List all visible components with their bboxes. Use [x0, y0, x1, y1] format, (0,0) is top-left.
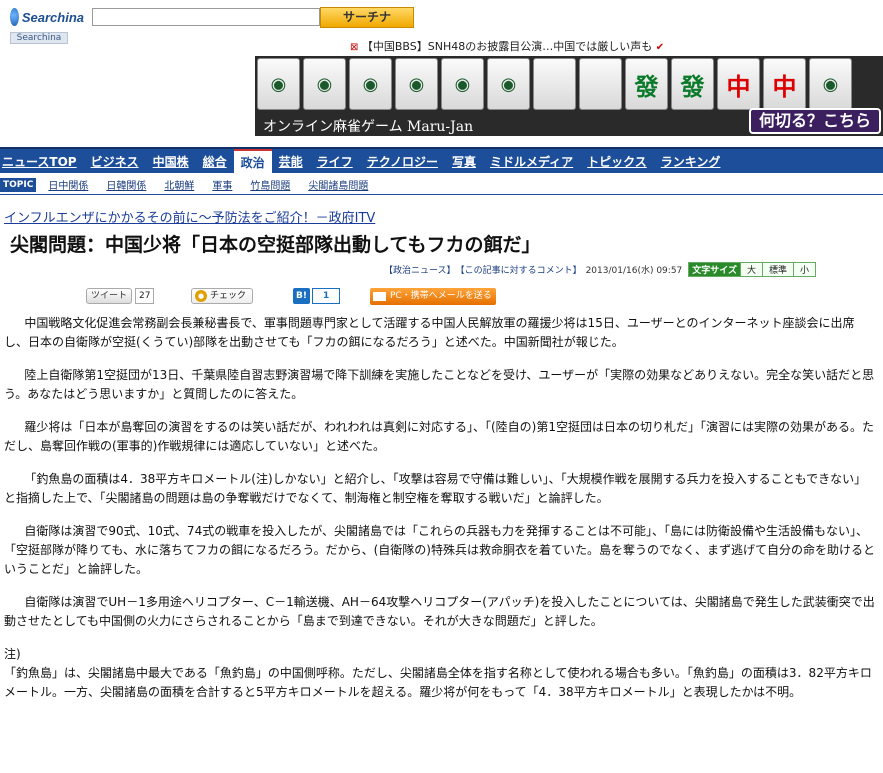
- search-input[interactable]: [92, 8, 320, 26]
- send-mail-button[interactable]: PC・携帯へメールを送る: [370, 288, 496, 305]
- mahjong-tile: 發: [625, 58, 668, 110]
- mahjong-tile: 中: [763, 58, 806, 110]
- article-paragraph: 羅少将は「日本が島奪回の演習をするのは笑い話だが、われわれは真剣に対応する」、「…: [4, 420, 874, 453]
- check-button[interactable]: ● チェック: [191, 288, 254, 304]
- check-label: チェック: [210, 291, 247, 301]
- mahjong-tile: 發: [671, 58, 714, 110]
- category-link[interactable]: 【政治ニュース】: [384, 263, 456, 276]
- font-size-small[interactable]: 小: [793, 263, 816, 276]
- topic-bar: TOPIC 日中関係 日韓関係 北朝鮮 軍事 竹島問題 尖閣諸島問題: [0, 175, 883, 195]
- topic-north-korea[interactable]: 北朝鮮: [164, 177, 194, 192]
- hatena-bookmark-icon[interactable]: B!: [293, 288, 310, 304]
- check-icon: ●: [195, 290, 207, 302]
- tweet-widget: ツイート 27: [86, 288, 155, 304]
- mahjong-tile: ◉: [441, 58, 484, 110]
- mahjong-tile: ◉: [809, 58, 852, 110]
- nav-business[interactable]: ビジネス: [84, 153, 146, 170]
- nav-ranking[interactable]: ランキング: [654, 153, 728, 170]
- font-size-selector: 文字サイズ 大 標準 小: [688, 262, 817, 277]
- mahjong-tile: [533, 58, 576, 110]
- comment-link[interactable]: 【この記事に対するコメント】: [456, 263, 582, 276]
- mahjong-tile: 中: [717, 58, 760, 110]
- article-paragraph: 自衛隊は演習で90式、10式、74式の戦車を投入したが、尖閣諸島では「これらの兵…: [4, 524, 875, 576]
- ad-cta-button[interactable]: 何切る？こちら: [748, 108, 881, 134]
- main-nav: ニュースTOP ビジネス 中国株 総合 政治 芸能 ライフ テクノロジー 写真 …: [0, 147, 883, 173]
- topic-label: TOPIC: [0, 177, 37, 192]
- ticker-arrow-icon: ✔: [655, 42, 665, 53]
- nav-general[interactable]: 総合: [196, 153, 234, 170]
- topic-military[interactable]: 軍事: [212, 177, 232, 192]
- nav-politics[interactable]: 政治: [233, 149, 272, 173]
- logo-text: Searchina: [21, 9, 84, 25]
- article-paragraph: 中国戦略文化促進会常務副会長兼秘書長で、軍事問題専門家として活躍する中国人民解放…: [4, 316, 855, 349]
- ad-title: オンライン麻雀ゲーム Maru-Jan: [263, 119, 474, 135]
- mahjong-tile: ◉: [257, 58, 300, 110]
- logo-globe-icon: [10, 8, 19, 26]
- font-size-label: 文字サイズ: [689, 263, 741, 276]
- note-label: 注): [4, 647, 21, 661]
- topic-japan-korea[interactable]: 日韓関係: [106, 177, 146, 192]
- search-button[interactable]: サーチナ: [320, 7, 414, 28]
- hatena-bookmark-count: 1: [311, 288, 341, 304]
- tweet-count: 27: [135, 288, 155, 304]
- mahjong-tile: ◉: [303, 58, 346, 110]
- nav-entertainment[interactable]: 芸能: [272, 153, 310, 170]
- nav-news-top[interactable]: ニュースTOP: [0, 153, 84, 170]
- ticker-mark-icon: ⊠: [350, 42, 359, 53]
- topic-senkaku[interactable]: 尖閣諸島問題: [308, 177, 368, 192]
- social-bar: ツイート 27 ● チェック B! 1 PC・携帯へメールを送る: [0, 288, 883, 306]
- mahjong-tile: [579, 58, 622, 110]
- logo-tab[interactable]: Searchina: [10, 32, 68, 44]
- article-headline: 尖閣問題：中国少将「日本の空挺部隊出動してもフカの餌だ」: [10, 234, 541, 256]
- ticker-link[interactable]: 【中国BBS】SNH48のお披露目公演…中国では厳しい声も: [362, 40, 652, 53]
- nav-china-stocks[interactable]: 中国株: [146, 153, 196, 170]
- note-text: 「釣魚島」は、尖閣諸島中最大である「魚釣島」の中国側呼称。ただし、尖閣諸島全体を…: [4, 666, 872, 699]
- nav-middle-media[interactable]: ミドルメディア: [483, 153, 580, 170]
- topic-japan-china[interactable]: 日中関係: [48, 177, 88, 192]
- font-size-large[interactable]: 大: [740, 263, 763, 276]
- nav-topics[interactable]: トピックス: [580, 153, 654, 170]
- promo-link[interactable]: インフルエンザにかかるその前に～予防法をご紹介！－政府ITV: [4, 207, 375, 226]
- envelope-icon: [373, 292, 386, 301]
- send-mail-label: PC・携帯へメールを送る: [390, 291, 492, 301]
- tweet-button[interactable]: ツイート: [86, 288, 133, 304]
- nav-technology[interactable]: テクノロジー: [360, 153, 445, 170]
- searchina-logo[interactable]: Searchina Searchina: [10, 6, 84, 46]
- article-date: 2013/01/16(水) 09:57: [585, 266, 683, 276]
- mahjong-tiles: ◉ ◉ ◉ ◉ ◉ ◉ 發 發 中 中 ◉: [255, 56, 854, 112]
- article-body: 中国戦略文化促進会常務副会長兼秘書長で、軍事問題専門家として活躍する中国人民解放…: [4, 314, 876, 702]
- news-ticker[interactable]: ⊠ 【中国BBS】SNH48のお披露目公演…中国では厳しい声も ✔: [350, 38, 664, 54]
- nav-photos[interactable]: 写真: [445, 153, 483, 170]
- mahjong-tile: ◉: [349, 58, 392, 110]
- mahjong-tile: ◉: [395, 58, 438, 110]
- article-paragraph: 「釣魚島の面積は4．38平方キロメートル(注)しかない」と紹介し、「攻撃は容易で…: [4, 472, 867, 505]
- topic-takeshima[interactable]: 竹島問題: [250, 177, 290, 192]
- article-paragraph: 自衛隊は演習でUH－1多用途ヘリコプター、C－1輸送機、AH－64攻撃ヘリコプタ…: [4, 595, 875, 628]
- nav-life[interactable]: ライフ: [310, 153, 360, 170]
- hatena-bookmark-widget[interactable]: B! 1: [293, 288, 341, 304]
- mahjong-tile: ◉: [487, 58, 530, 110]
- article-paragraph: 陸上自衛隊第1空挺団が13日、千葉県陸自習志野演習場で降下訓練を実施したことなど…: [4, 368, 875, 401]
- font-size-standard[interactable]: 標準: [762, 263, 794, 276]
- ad-banner[interactable]: ◉ ◉ ◉ ◉ ◉ ◉ 發 發 中 中 ◉ オンライン麻雀ゲーム Maru-Ja…: [255, 56, 883, 136]
- article-meta: 【政治ニュース】 【この記事に対するコメント】 2013/01/16(水) 09…: [384, 262, 817, 277]
